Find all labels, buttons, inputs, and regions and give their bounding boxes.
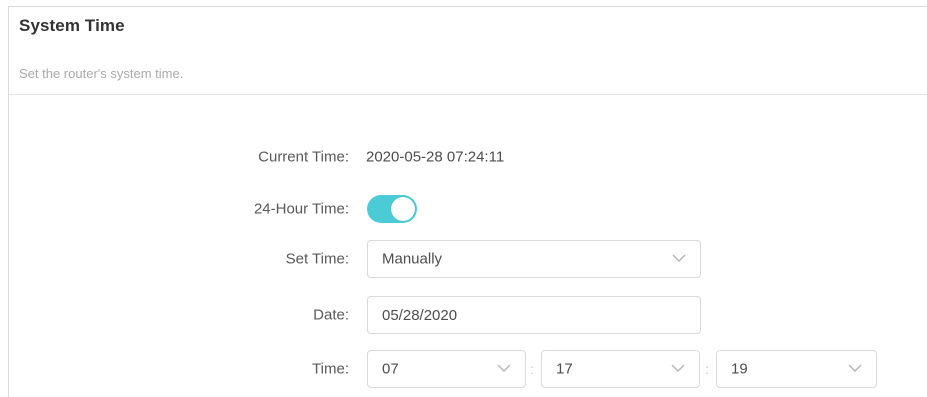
current-time-value: 2020-05-28 07:24:11: [366, 148, 505, 166]
chevron-down-icon: [672, 254, 686, 262]
second-select[interactable]: 19: [716, 350, 877, 388]
section-divider: [9, 94, 927, 95]
hour-value: 07: [382, 360, 399, 378]
chevron-down-icon: [671, 364, 685, 372]
chevron-down-icon: [848, 364, 862, 372]
date-row: Date:: [0, 295, 927, 335]
toggle-knob: [391, 197, 415, 221]
hour24-row: 24-Hour Time:: [0, 189, 927, 229]
minute-value: 17: [556, 360, 573, 378]
time-separator: :: [705, 361, 709, 377]
hour-select[interactable]: 07: [367, 350, 526, 388]
page-subtitle: Set the router's system time.: [19, 66, 184, 81]
date-label: Date:: [313, 306, 349, 324]
current-time-label: Current Time:: [258, 148, 349, 166]
hour24-toggle[interactable]: [367, 195, 417, 223]
time-row: Time: 07 : 17 : 19: [0, 349, 927, 389]
set-time-row: Set Time: Manually: [0, 239, 927, 279]
date-input[interactable]: [367, 296, 701, 334]
set-time-selected-value: Manually: [382, 250, 443, 268]
hour24-label: 24-Hour Time:: [253, 200, 349, 218]
set-time-label: Set Time:: [285, 250, 349, 268]
set-time-select[interactable]: Manually: [367, 240, 701, 278]
time-separator: :: [530, 361, 534, 377]
chevron-down-icon: [497, 364, 511, 372]
minute-select[interactable]: 17: [541, 350, 700, 388]
time-label: Time:: [312, 360, 349, 378]
panel-top-border: [8, 6, 927, 7]
second-value: 19: [731, 360, 748, 378]
current-time-row: Current Time: 2020-05-28 07:24:11: [0, 137, 927, 177]
system-time-panel: System Time Set the router's system time…: [0, 0, 927, 397]
page-title: System Time: [19, 16, 125, 35]
